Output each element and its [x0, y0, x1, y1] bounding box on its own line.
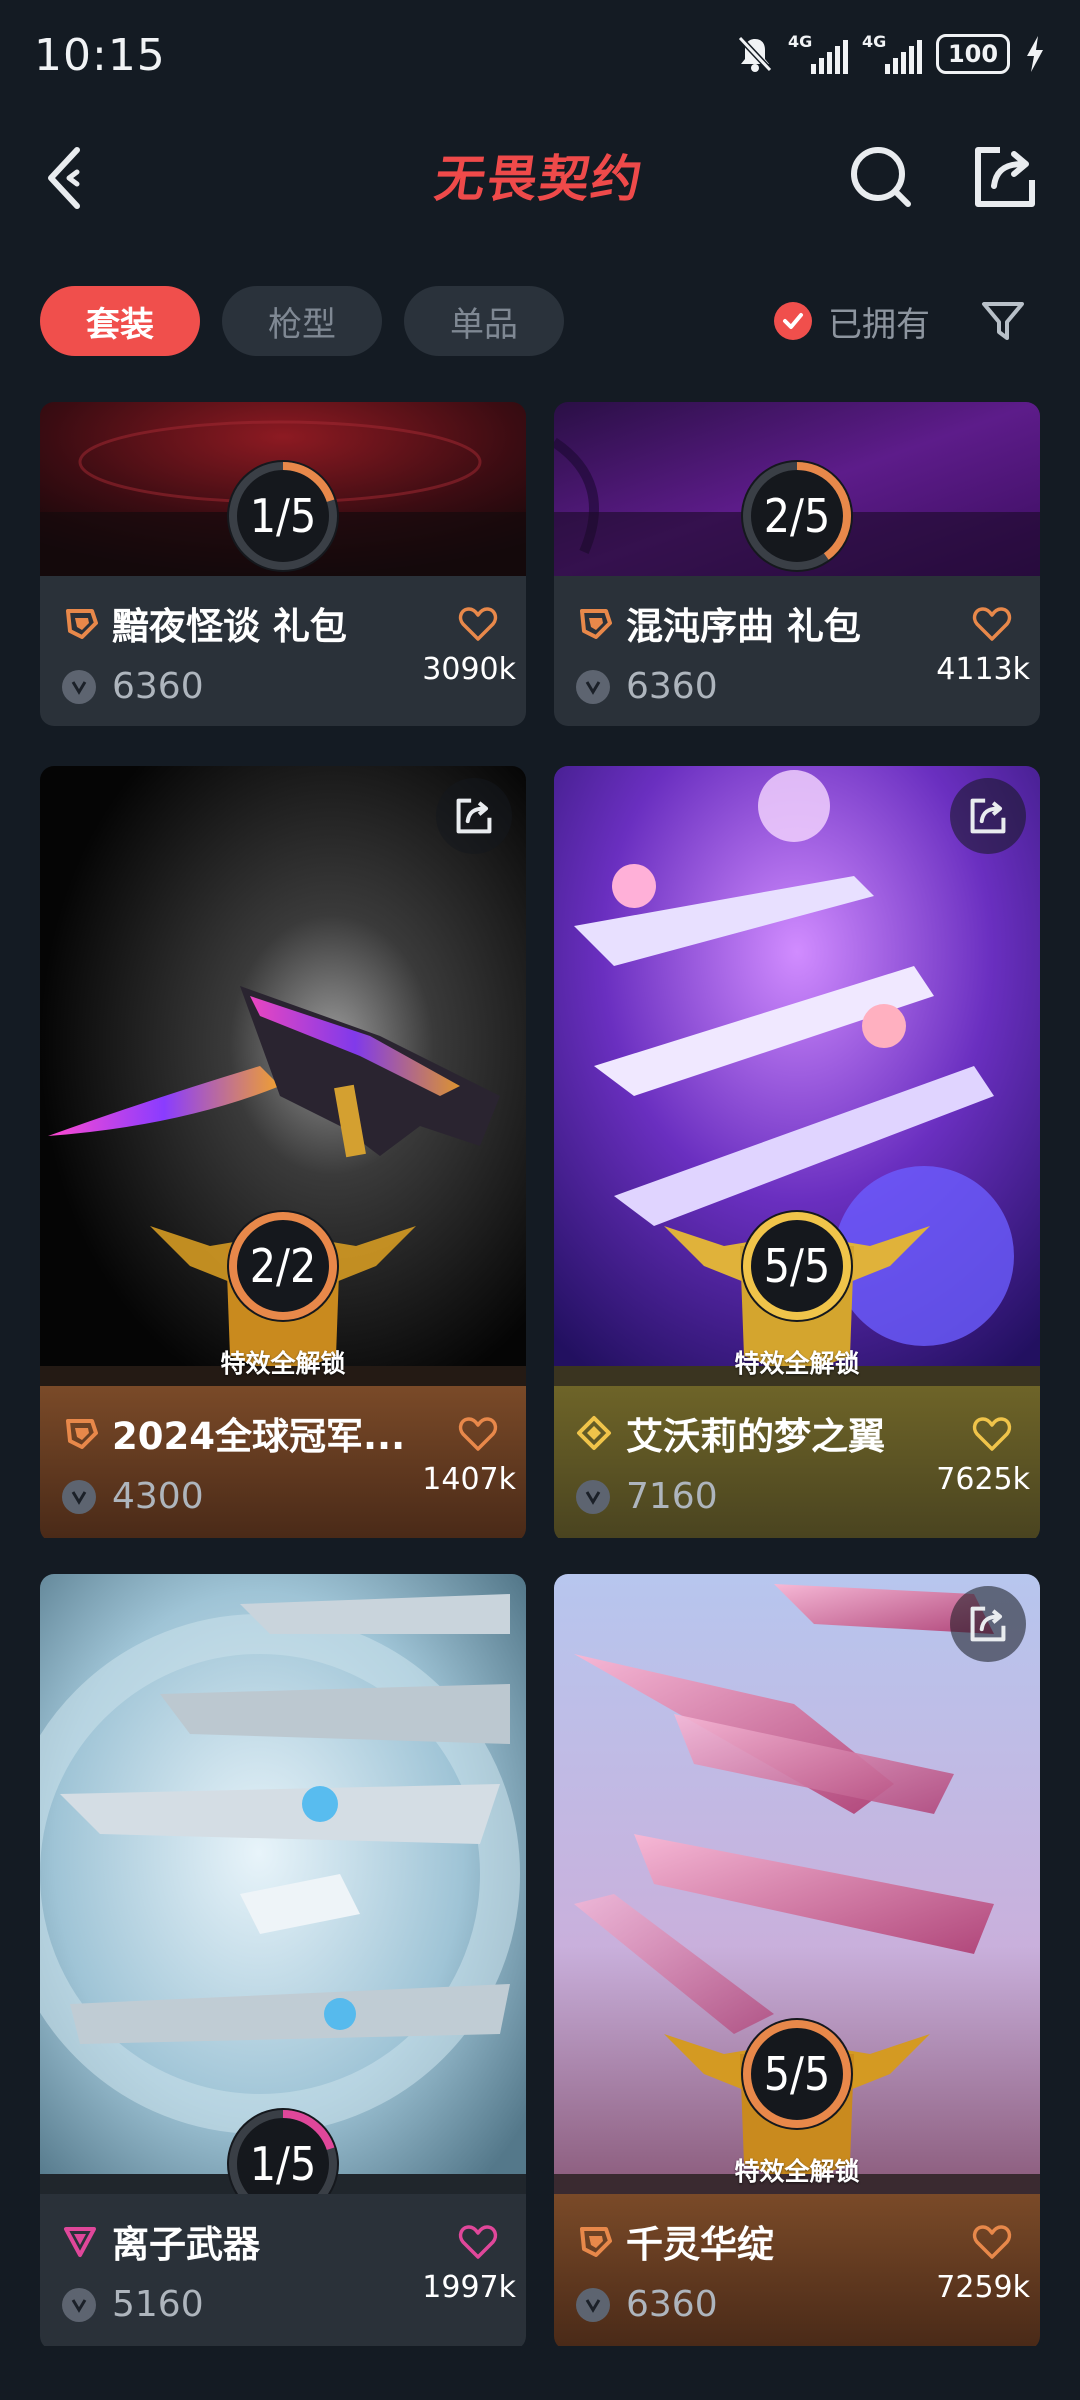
progress-text: 5/5 [763, 1239, 831, 1293]
bundle-price: 6360 [626, 2284, 718, 2325]
effects-unlocked-label: 特效全解锁 [220, 1349, 346, 1378]
favorite-heart-icon[interactable] [972, 2222, 1012, 2262]
progress-ring: 5/5 [737, 1206, 857, 1326]
share-card-button[interactable] [950, 778, 1026, 854]
like-count: 3090k [422, 652, 516, 687]
bundle-name: 混沌序曲 礼包 [626, 605, 861, 648]
favorite-heart-icon[interactable] [458, 2222, 498, 2262]
like-count: 7259k [936, 2270, 1030, 2305]
bundle-card[interactable]: 混沌序曲 礼包 6360 4113k 2/5 [554, 402, 1040, 726]
share-card-button[interactable] [436, 778, 512, 854]
ultra-edition-icon [64, 2227, 96, 2257]
tab-single-item[interactable]: 单品 [404, 286, 564, 356]
bundle-price: 5160 [112, 2284, 204, 2325]
progress-text: 1/5 [249, 489, 317, 543]
mute-bell-icon [737, 35, 773, 73]
progress-ring: 2/2 [223, 1206, 343, 1326]
favorite-heart-icon[interactable] [972, 604, 1012, 644]
app-title-logo: 无畏契约 [431, 150, 648, 208]
effects-unlocked-label: 特效全解锁 [734, 1349, 860, 1378]
bundle-card[interactable]: 5/5 特效全解锁 千灵华绽 6360 7259k [554, 1574, 1040, 2350]
valorant-points-icon [62, 1479, 96, 1514]
filter-bar: 套装 枪型 单品 已拥有 [0, 282, 1080, 358]
valorant-points-icon [62, 2287, 96, 2322]
like-count: 7625k [936, 1462, 1030, 1497]
bundle-card[interactable]: 黯夜怪谈 礼包 6360 3090k 1/5 [40, 402, 526, 726]
bundle-card[interactable]: 2/2 特效全解锁 2024全球冠军... 4300 1407k [40, 766, 526, 1542]
tab-bundle[interactable]: 套装 [40, 286, 200, 356]
owned-label: 已拥有 [828, 304, 930, 345]
search-button[interactable] [846, 142, 916, 212]
like-count: 1997k [422, 2270, 516, 2305]
premium-edition-icon [66, 1419, 98, 1449]
bundle-card[interactable]: 1/5 离子武器 5160 1997k [40, 1574, 526, 2350]
top-app-bar: 无畏契约 [0, 118, 1080, 238]
favorite-heart-icon[interactable] [458, 604, 498, 644]
bundle-name: 艾沃莉的梦之翼 [626, 1415, 885, 1458]
bundle-artwork [40, 1574, 526, 2194]
tab-weapon-type[interactable]: 枪型 [222, 286, 382, 356]
premium-edition-icon [580, 2227, 612, 2257]
valorant-points-icon [576, 1479, 610, 1514]
bundle-name: 千灵华绽 [626, 2223, 774, 2266]
effects-unlocked-label: 特效全解锁 [734, 2157, 860, 2186]
bundle-name: 2024全球冠军... [112, 1415, 406, 1458]
signal-icon-1: 4G [788, 32, 848, 74]
bundle-price: 7160 [626, 1476, 718, 1517]
bundle-name: 离子武器 [112, 2223, 260, 2266]
share-icon [970, 1606, 1006, 1642]
like-count: 4113k [936, 652, 1030, 687]
signal-icon-2: 4G [862, 32, 922, 74]
bundle-grid: 黯夜怪谈 礼包 6360 3090k 1/5 混沌序曲 礼包 6360 4113… [0, 402, 1080, 2400]
premium-edition-icon [580, 609, 612, 639]
back-arrow-icon [48, 147, 80, 209]
progress-ring: 2/5 [737, 456, 857, 576]
premium-edition-icon [66, 609, 98, 639]
filter-button[interactable] [978, 296, 1028, 346]
charging-icon [1027, 36, 1043, 72]
valorant-points-icon [62, 669, 96, 704]
share-icon [456, 798, 492, 834]
battery-indicator: 100 [936, 34, 1010, 74]
status-bar: 10:15 4G 4G 100 [0, 0, 1080, 118]
progress-ring: 5/5 [737, 2014, 857, 2134]
share-button[interactable] [970, 142, 1040, 212]
share-card-button[interactable] [950, 1586, 1026, 1662]
owned-toggle[interactable]: 已拥有 [774, 296, 930, 346]
checkmark-icon [774, 302, 812, 340]
bundle-name: 黯夜怪谈 礼包 [112, 605, 347, 648]
favorite-heart-icon[interactable] [458, 1414, 498, 1454]
search-icon [851, 147, 911, 207]
back-button[interactable] [36, 146, 100, 210]
status-icons: 4G 4G 100 [736, 32, 1046, 74]
bundle-card[interactable]: 5/5 特效全解锁 艾沃莉的梦之翼 7160 7625k [554, 766, 1040, 1542]
exclusive-edition-icon [577, 1416, 611, 1450]
share-icon [975, 147, 1035, 207]
funnel-icon [982, 302, 1024, 340]
valorant-points-icon [576, 669, 610, 704]
progress-text: 2/2 [249, 1239, 317, 1293]
valorant-points-icon [576, 2287, 610, 2322]
progress-text: 5/5 [763, 2047, 831, 2101]
progress-ring: 1/5 [223, 456, 343, 576]
bundle-price: 4300 [112, 1476, 204, 1517]
bundle-price: 6360 [626, 666, 718, 707]
progress-text: 2/5 [763, 489, 831, 543]
share-icon [970, 798, 1006, 834]
like-count: 1407k [422, 1462, 516, 1497]
status-time: 10:15 [34, 30, 166, 81]
bundle-price: 6360 [112, 666, 204, 707]
favorite-heart-icon[interactable] [972, 1414, 1012, 1454]
